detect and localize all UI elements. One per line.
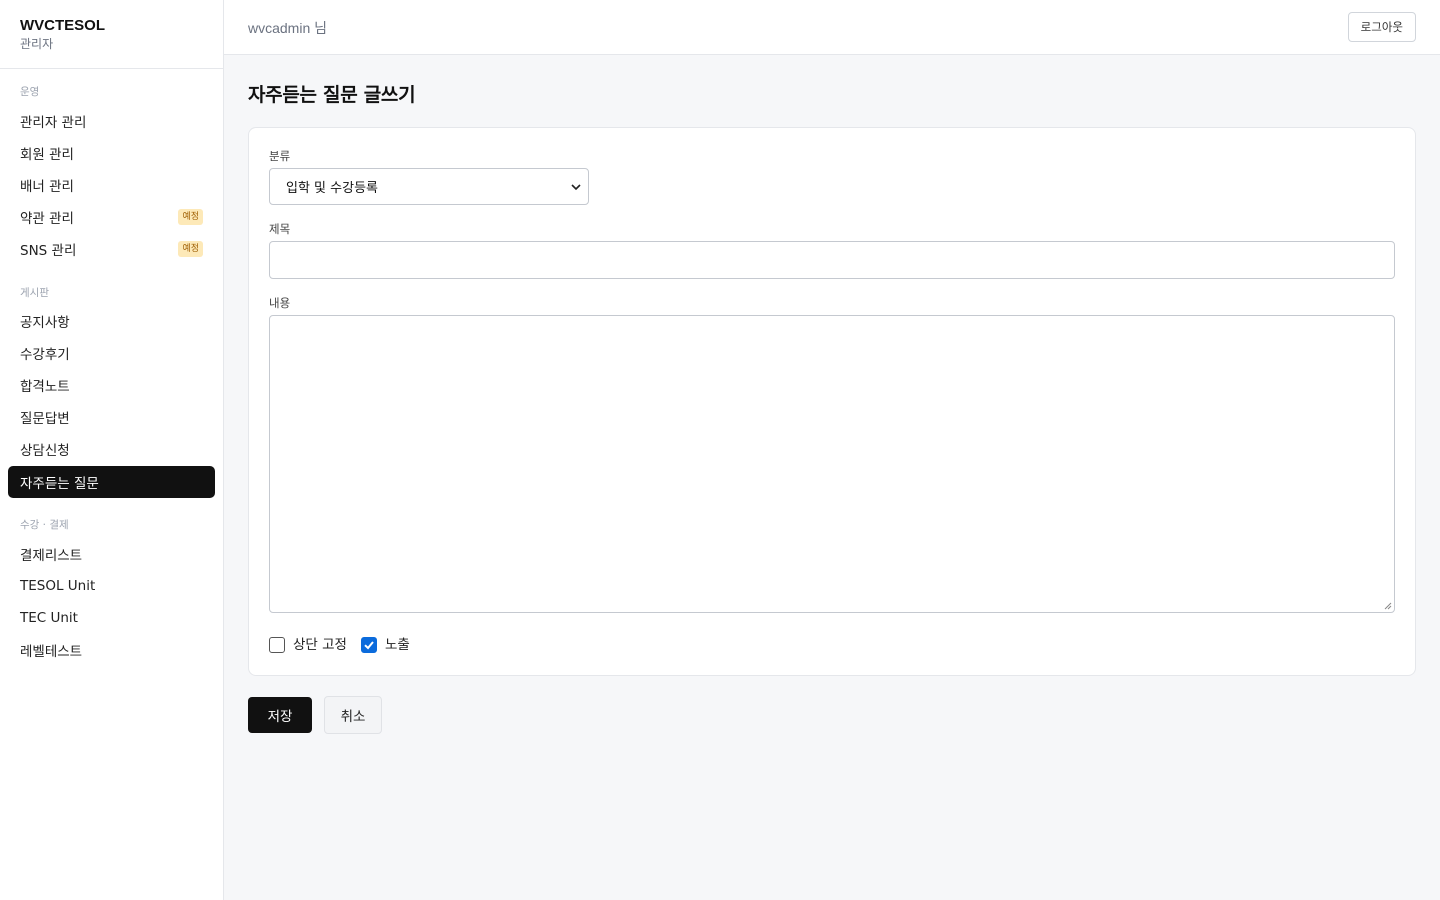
sidebar-item-label: 회원 관리 xyxy=(20,147,74,163)
content-textarea[interactable] xyxy=(269,315,1395,613)
visible-checkbox-label[interactable]: 노출 xyxy=(385,637,410,653)
save-button[interactable]: 저장 xyxy=(248,697,312,733)
topbar: wvcadmin 님 로그아웃 xyxy=(224,0,1440,55)
section-label-payment: 수강 · 결제 xyxy=(20,519,69,531)
title-label: 제목 xyxy=(269,222,291,236)
brand: WVCTESOL 관리자 xyxy=(0,0,223,69)
sidebar-item-pass-notes[interactable]: 합격노트 xyxy=(8,369,215,401)
resize-grip-icon[interactable] xyxy=(1384,602,1392,610)
sidebar-item-consultation[interactable]: 상담신청 xyxy=(8,433,215,465)
content-label: 내용 xyxy=(269,296,291,310)
sidebar-item-member-management[interactable]: 회원 관리 xyxy=(8,137,215,169)
current-user: wvcadmin 님 xyxy=(248,20,328,36)
checkmark-icon xyxy=(364,641,374,650)
category-selected-value: 입학 및 수강등록 xyxy=(286,181,378,196)
sidebar-item-payment-list[interactable]: 결제리스트 xyxy=(8,538,215,570)
sidebar-item-label: 배너 관리 xyxy=(20,179,74,195)
cancel-button[interactable]: 취소 xyxy=(324,696,382,734)
coming-soon-badge: 예정 xyxy=(178,241,203,257)
logout-button[interactable]: 로그아웃 xyxy=(1347,12,1416,42)
brand-title: WVCTESOL xyxy=(20,17,105,34)
pin-checkbox-label[interactable]: 상단 고정 xyxy=(293,637,347,653)
sidebar-item-course-reviews[interactable]: 수강후기 xyxy=(8,337,215,369)
brand-subtitle: 관리자 xyxy=(20,37,54,51)
sidebar-item-notices[interactable]: 공지사항 xyxy=(8,305,215,337)
visible-checkbox[interactable] xyxy=(361,637,377,653)
page-title: 자주듣는 질문 글쓰기 xyxy=(248,84,416,106)
sidebar-item-label: 관리자 관리 xyxy=(20,115,87,131)
sidebar-item-faq[interactable]: 자주듣는 질문 xyxy=(8,466,215,498)
sidebar-item-admin-management[interactable]: 관리자 관리 xyxy=(8,105,215,137)
sidebar-item-qna[interactable]: 질문답변 xyxy=(8,401,215,433)
sidebar-item-banner-management[interactable]: 배너 관리 xyxy=(8,169,215,201)
category-label: 분류 xyxy=(269,149,291,163)
coming-soon-badge: 예정 xyxy=(178,209,203,225)
sidebar-item-tesol-unit[interactable]: TESOL Unit xyxy=(8,570,215,602)
section-label-operation: 운영 xyxy=(20,86,40,98)
sidebar-item-sns-management[interactable]: SNS 관리 예정 xyxy=(8,233,215,265)
faq-form-card: 분류 입학 및 수강등록 제목 내용 상단 고정 노출 xyxy=(248,127,1416,676)
sidebar-item-label: 약관 관리 xyxy=(20,211,74,227)
sidebar-item-label: TESOL Unit xyxy=(20,578,96,594)
sidebar-item-tec-unit[interactable]: TEC Unit xyxy=(8,602,215,634)
sidebar-item-label: 수강후기 xyxy=(20,347,70,363)
sidebar-item-label: SNS 관리 xyxy=(20,243,77,259)
section-label-board: 게시판 xyxy=(20,287,49,299)
sidebar-item-label: 자주듣는 질문 xyxy=(20,476,99,492)
sidebar-item-label: 질문답변 xyxy=(20,411,70,427)
category-select[interactable]: 입학 및 수강등록 xyxy=(269,168,589,205)
chevron-down-icon xyxy=(571,184,581,191)
sidebar-item-label: 공지사항 xyxy=(20,315,70,331)
sidebar-item-label: TEC Unit xyxy=(20,610,78,626)
sidebar-item-terms-management[interactable]: 약관 관리 예정 xyxy=(8,201,215,233)
sidebar-item-label: 결제리스트 xyxy=(20,548,83,564)
sidebar-item-label: 합격노트 xyxy=(20,379,70,395)
sidebar-item-label: 상담신청 xyxy=(20,443,70,459)
sidebar-item-level-test[interactable]: 레벨테스트 xyxy=(8,634,215,666)
title-input[interactable] xyxy=(269,241,1395,279)
sidebar: WVCTESOL 관리자 운영 관리자 관리 회원 관리 배너 관리 약관 관리… xyxy=(0,0,224,900)
pin-checkbox[interactable] xyxy=(269,637,285,653)
sidebar-item-label: 레벨테스트 xyxy=(20,644,83,660)
